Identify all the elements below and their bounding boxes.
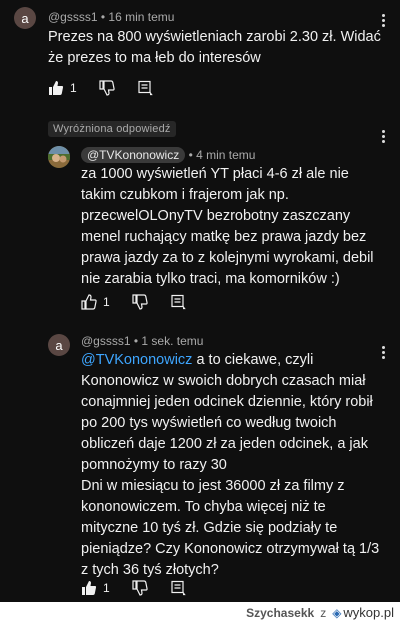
comment-actions: 1 <box>48 80 175 96</box>
mention-link[interactable]: @TVKononowicz <box>81 352 192 368</box>
comment-line: nie zarabia tylko traci, ma komorników :… <box>81 271 340 287</box>
wykop-logo: ◈ wykop.pl <box>332 605 394 620</box>
channel-avatar[interactable] <box>48 146 70 168</box>
comment-text: Prezes na 800 wyświetleniach zarobi 2.30… <box>48 27 388 69</box>
avatar-letter: a <box>21 10 29 26</box>
comment-line: kononowiczem. To chyba więcej niż te <box>81 499 326 515</box>
comment-header: @TVKononowicz • 4 min temu <box>81 147 256 163</box>
dislike-icon[interactable] <box>132 294 148 310</box>
comment-line: że prezes to ma łeb do interesów <box>48 50 261 66</box>
comment-time: • 1 sek. temu <box>133 334 204 348</box>
comment-line: Kononowicz w swoich dobrych czasach miał <box>81 373 366 389</box>
comment-line: menel ruchający matkę bez prawa jazdy be… <box>81 229 367 245</box>
comment-line: takim czubkom i frajerom jak np. <box>81 187 289 203</box>
avatar[interactable]: a <box>48 334 70 356</box>
comment-line: po 200 tys wyświetleń co według twoich <box>81 415 337 431</box>
highlighted-reply-badge: Wyróżniona odpowiedź <box>48 121 176 137</box>
comment-line: za 1000 wyświetleń YT płaci 4-6 zł ale n… <box>81 166 349 182</box>
comment-time: • 4 min temu <box>188 148 256 162</box>
comment-line: prawa jazdy za to z kolejnymi wyrokami, … <box>81 250 374 266</box>
like-count: 1 <box>103 581 110 595</box>
like-icon[interactable] <box>81 294 97 310</box>
comment-text: za 1000 wyświetleń YT płaci 4-6 zł ale n… <box>81 164 391 290</box>
reply-icon[interactable] <box>170 294 186 310</box>
dislike-icon[interactable] <box>132 580 148 596</box>
comment-line: Dni w miesiącu to jest 36000 zł za filmy… <box>81 478 345 494</box>
dislike-icon[interactable] <box>99 80 115 96</box>
comment-line: pomnożymy to razy 30 <box>81 457 227 473</box>
more-options-icon[interactable] <box>382 128 386 145</box>
comment-time: • 16 min temu <box>100 10 175 24</box>
wykop-logo-text: wykop.pl <box>343 605 394 620</box>
like-icon[interactable] <box>48 80 64 96</box>
watermark-separator: z <box>320 605 327 620</box>
comment-author[interactable]: @TVKononowicz <box>81 147 186 163</box>
like-count: 1 <box>103 295 110 309</box>
comment-text: @TVKononowicz a to ciekawe, czyli Konono… <box>81 350 391 581</box>
watermark-username: Szychasekk <box>246 605 315 620</box>
like-count: 1 <box>70 81 77 95</box>
like-icon[interactable] <box>81 580 97 596</box>
comment-line: @TVKononowicz a to ciekawe, czyli <box>81 350 391 371</box>
watermark-footer: Szychasekk z ◈ wykop.pl <box>0 602 400 623</box>
comment-line: mityczne 10 tyś zł. Gdzie się podziały t… <box>81 520 338 536</box>
channel-avatar-image <box>48 146 70 168</box>
comment-actions: 1 <box>81 580 208 596</box>
comment-header: @gssss1 • 1 sek. temu <box>81 334 203 348</box>
comment-line: pieniądze? Czy Kononowicz otrzymywał tą … <box>81 541 380 557</box>
reply-icon[interactable] <box>170 580 186 596</box>
comment-line: z tych 36 tyś złotych? <box>81 562 219 578</box>
comment-line: obliczeń daje 1200 zł za jeden odcinek, … <box>81 436 368 452</box>
comment-line: Prezes na 800 wyświetleniach zarobi 2.30… <box>48 29 381 45</box>
comment-author[interactable]: @gssss1 <box>81 334 131 348</box>
wykop-logo-icon: ◈ <box>332 605 342 620</box>
avatar-letter: a <box>55 337 63 353</box>
comment-line: przecwelOLOnyTV bezrobotny zaszczany <box>81 208 351 224</box>
comment-line-rest: a to ciekawe, czyli <box>192 352 314 368</box>
comment-author[interactable]: @gssss1 <box>48 10 98 24</box>
comment-actions: 1 <box>81 294 208 310</box>
reply-icon[interactable] <box>137 80 153 96</box>
avatar[interactable]: a <box>14 7 36 29</box>
comment-header: @gssss1 • 16 min temu <box>48 10 174 24</box>
comment-line: conajmniej jeden odcinek dziennie, który… <box>81 394 373 410</box>
